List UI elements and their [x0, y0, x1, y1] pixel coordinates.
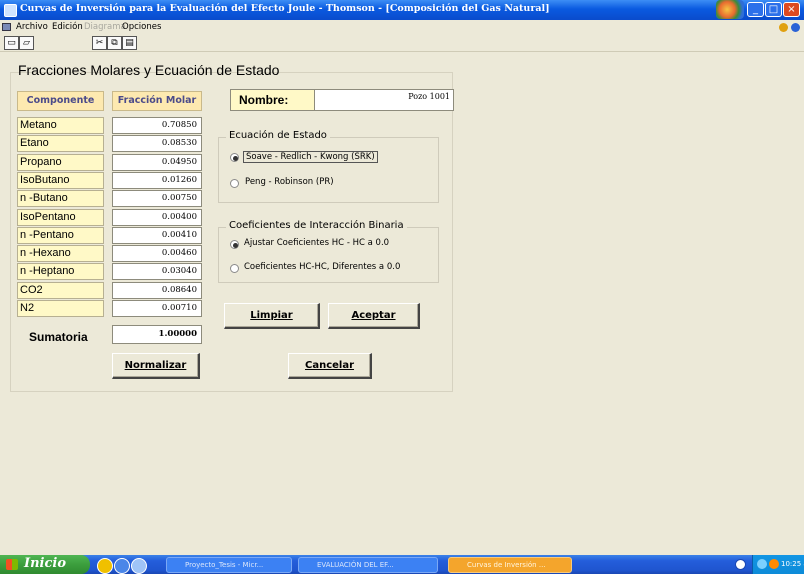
tray-expand-icon[interactable] [735, 559, 746, 570]
cancelar-button[interactable]: Cancelar [288, 353, 372, 379]
quicklaunch-desktop-icon[interactable] [131, 558, 147, 574]
radio-diferentes[interactable] [230, 264, 239, 273]
component-fraction-input[interactable]: 0.00460 [112, 245, 202, 262]
form-title: Fracciones Molares y Ecuación de Estado [18, 62, 280, 78]
radio-diferentes-label[interactable]: Coeficientes HC-HC, Diferentes a 0.0 [244, 262, 400, 272]
nombre-input[interactable]: Pozo 1001 [317, 92, 450, 108]
app-icon [4, 4, 17, 17]
title-bar[interactable]: Curvas de Inversión para la Evaluación d… [0, 0, 804, 20]
radio-pr-label[interactable]: Peng - Robinson (PR) [245, 177, 334, 187]
component-fraction-input[interactable]: 0.08640 [112, 282, 202, 299]
component-fraction-input[interactable]: 0.00710 [112, 300, 202, 317]
sumatoria-label: Sumatoria [29, 330, 88, 344]
component-fraction-input[interactable]: 0.01260 [112, 172, 202, 189]
windows-logo-icon [716, 0, 744, 19]
window-title: Curvas de Inversión para la Evaluación d… [20, 3, 550, 14]
new-icon[interactable]: ▭ [4, 36, 19, 50]
component-name: Propano [17, 154, 104, 171]
limpiar-button[interactable]: Limpiar [224, 303, 320, 329]
windows-flag-icon [6, 559, 18, 570]
radio-srk-label[interactable]: Soave - Redlich - Kwong (SRK) [243, 151, 378, 163]
copy-icon[interactable]: ⧉ [107, 36, 122, 50]
bic-group-title: Coeficientes de Interacción Binaria [226, 220, 407, 231]
menu-bar: Archivo Edición Diagrama Opciones [0, 20, 804, 34]
menu-opciones[interactable]: Opciones [122, 22, 161, 32]
start-label: Inicio [24, 556, 66, 571]
eos-group [218, 137, 439, 203]
task-evaluacion[interactable]: EVALUACIÓN DEL EF... [298, 557, 438, 573]
component-fraction-input[interactable]: 0.04950 [112, 154, 202, 171]
menu-edicion[interactable]: Edición [52, 22, 83, 32]
system-tray: 10:25 a.m [752, 555, 804, 574]
aceptar-button[interactable]: Aceptar [328, 303, 420, 329]
quicklaunch-media-icon[interactable] [97, 558, 113, 574]
component-fraction-input[interactable]: 0.08530 [112, 135, 202, 152]
security-icon[interactable] [769, 559, 779, 569]
clock: 10:25 a.m [781, 560, 804, 568]
component-name: CO2 [17, 282, 104, 299]
menu-archivo[interactable]: Archivo [16, 22, 48, 32]
normalizar-button[interactable]: Normalizar [112, 353, 200, 379]
component-name: n -Hexano [17, 245, 104, 262]
nombre-label: Nombre: [231, 90, 315, 110]
component-fraction-input[interactable]: 0.00410 [112, 227, 202, 244]
cut-icon[interactable]: ✂ [92, 36, 107, 50]
minimize-button[interactable]: _ [747, 2, 764, 17]
document-icon[interactable] [2, 23, 11, 31]
component-name: IsoButano [17, 172, 104, 189]
component-name: n -Heptano [17, 263, 104, 280]
component-name: n -Pentano [17, 227, 104, 244]
bic-group [218, 227, 439, 283]
nombre-field: Nombre: Pozo 1001 [230, 89, 454, 111]
mdi-close-button[interactable] [791, 23, 800, 32]
component-name: Metano [17, 117, 104, 134]
radio-srk[interactable] [230, 153, 239, 162]
component-name: n -Butano [17, 190, 104, 207]
mdi-restore-button[interactable] [779, 23, 788, 32]
component-fraction-input[interactable]: 0.00400 [112, 209, 202, 226]
radio-pr[interactable] [230, 179, 239, 188]
network-icon[interactable] [757, 559, 767, 569]
component-fraction-input[interactable]: 0.70850 [112, 117, 202, 134]
close-button[interactable]: × [783, 2, 800, 17]
component-name: N2 [17, 300, 104, 317]
open-icon[interactable]: ▱ [19, 36, 34, 50]
sumatoria-value: 1.00000 [112, 325, 202, 344]
component-name: IsoPentano [17, 209, 104, 226]
toolbar: ▭ ▱ ✂ ⧉ ▤ [0, 34, 804, 52]
eos-group-title: Ecuación de Estado [226, 130, 330, 141]
maximize-button[interactable]: □ [765, 2, 782, 17]
menu-diagrama[interactable]: Diagrama [84, 22, 126, 32]
task-curvas[interactable]: Curvas de Inversión ... [448, 557, 572, 573]
component-fraction-input[interactable]: 0.00750 [112, 190, 202, 207]
task-proyecto[interactable]: Proyecto_Tesis - Micr... [166, 557, 292, 573]
component-name: Etano [17, 135, 104, 152]
component-fraction-input[interactable]: 0.03040 [112, 263, 202, 280]
radio-ajustar[interactable] [230, 240, 239, 249]
header-componente: Componente [17, 91, 104, 111]
radio-ajustar-label[interactable]: Ajustar Coeficientes HC - HC a 0.0 [244, 238, 389, 248]
header-fraccion-molar: Fracción Molar [112, 91, 202, 111]
paste-icon[interactable]: ▤ [122, 36, 137, 50]
quicklaunch-ie-icon[interactable] [114, 558, 130, 574]
start-button[interactable]: Inicio [0, 555, 90, 574]
